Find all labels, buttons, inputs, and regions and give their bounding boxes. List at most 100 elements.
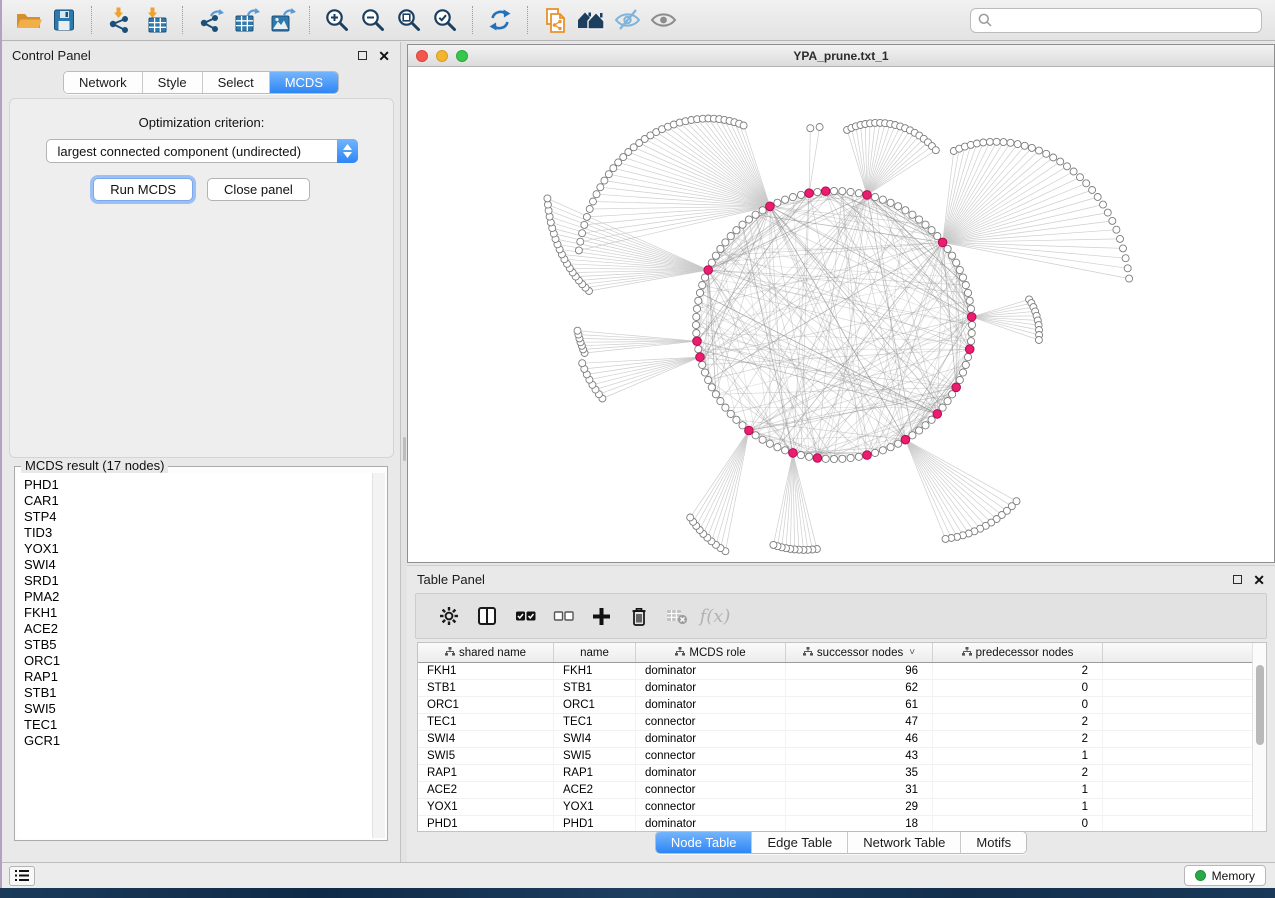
cell-shared-name[interactable]: SWI5	[418, 748, 554, 764]
tab-select[interactable]: Select	[202, 72, 269, 93]
zoom-in-button[interactable]	[319, 3, 355, 37]
table-row[interactable]: STB1STB1dominator620	[418, 680, 1252, 697]
search-input[interactable]	[997, 13, 1254, 27]
zoom-selected-button[interactable]	[427, 3, 463, 37]
cell-shared-name[interactable]: PHD1	[418, 816, 554, 831]
export-image-button[interactable]	[264, 3, 300, 37]
criterion-dropdown[interactable]: largest connected component (undirected)	[46, 139, 358, 163]
import-table-button[interactable]	[137, 3, 173, 37]
first-neighbors-button[interactable]	[573, 3, 609, 37]
cell-predecessor-nodes[interactable]: 2	[933, 663, 1103, 679]
show-column-button[interactable]	[468, 599, 506, 633]
mcds-result-item[interactable]: PMA2	[24, 589, 365, 605]
network-view-titlebar[interactable]: YPA_prune.txt_1	[408, 45, 1274, 67]
cell-name[interactable]: RAP1	[554, 765, 636, 781]
select-all-button[interactable]	[506, 599, 544, 633]
export-network-button[interactable]	[192, 3, 228, 37]
mcds-list-scrollbar[interactable]	[372, 473, 385, 838]
cell-predecessor-nodes[interactable]: 0	[933, 816, 1103, 831]
run-mcds-button[interactable]: Run MCDS	[93, 178, 193, 201]
cell-name[interactable]: TEC1	[554, 714, 636, 730]
cell-successor-nodes[interactable]: 43	[786, 748, 933, 764]
cell-predecessor-nodes[interactable]: 2	[933, 714, 1103, 730]
hide-selected-button[interactable]	[609, 3, 645, 37]
cell-MCDS-role[interactable]: connector	[636, 799, 786, 815]
mcds-result-item[interactable]: SWI4	[24, 557, 365, 573]
vertical-splitter-handle[interactable]	[403, 437, 406, 461]
cell-successor-nodes[interactable]: 31	[786, 782, 933, 798]
tab-node-table[interactable]: Node Table	[656, 832, 752, 853]
mcds-result-item[interactable]: ACE2	[24, 621, 365, 637]
export-table-button[interactable]	[228, 3, 264, 37]
cell-predecessor-nodes[interactable]: 1	[933, 748, 1103, 764]
cell-name[interactable]: STB1	[554, 680, 636, 696]
cell-MCDS-role[interactable]: dominator	[636, 663, 786, 679]
table-row[interactable]: ORC1ORC1dominator610	[418, 697, 1252, 714]
column-header-predecessor-nodes[interactable]: predecessor nodes	[933, 643, 1103, 662]
cell-name[interactable]: SWI5	[554, 748, 636, 764]
cell-name[interactable]: ACE2	[554, 782, 636, 798]
import-network-button[interactable]	[101, 3, 137, 37]
cell-name[interactable]: FKH1	[554, 663, 636, 679]
add-column-button[interactable]	[582, 599, 620, 633]
task-history-button[interactable]	[9, 866, 35, 886]
cell-predecessor-nodes[interactable]: 1	[933, 799, 1103, 815]
refresh-button[interactable]	[482, 3, 518, 37]
tab-edge-table[interactable]: Edge Table	[751, 832, 847, 853]
mcds-result-item[interactable]: YOX1	[24, 541, 365, 557]
network-canvas[interactable]	[408, 67, 1274, 562]
cell-predecessor-nodes[interactable]: 0	[933, 680, 1103, 696]
mcds-result-item[interactable]: ORC1	[24, 653, 365, 669]
mcds-result-item[interactable]: FKH1	[24, 605, 365, 621]
close-panel-icon[interactable]: ✕	[378, 51, 390, 61]
mcds-result-item[interactable]: STB5	[24, 637, 365, 653]
show-all-button[interactable]	[645, 3, 681, 37]
mcds-result-item[interactable]: STP4	[24, 509, 365, 525]
tab-style[interactable]: Style	[142, 72, 202, 93]
memory-button[interactable]: Memory	[1184, 865, 1266, 886]
tab-network-table[interactable]: Network Table	[847, 832, 960, 853]
deselect-all-button[interactable]	[544, 599, 582, 633]
close-panel-button[interactable]: Close panel	[207, 178, 310, 201]
cell-successor-nodes[interactable]: 61	[786, 697, 933, 713]
delete-table-button[interactable]	[658, 599, 696, 633]
cell-name[interactable]: SWI4	[554, 731, 636, 747]
cell-predecessor-nodes[interactable]: 2	[933, 765, 1103, 781]
cell-successor-nodes[interactable]: 96	[786, 663, 933, 679]
cell-shared-name[interactable]: STB1	[418, 680, 554, 696]
cell-successor-nodes[interactable]: 18	[786, 816, 933, 831]
close-window-light[interactable]	[416, 50, 428, 62]
save-session-button[interactable]	[46, 3, 82, 37]
tab-motifs[interactable]: Motifs	[960, 832, 1026, 853]
mcds-result-item[interactable]: SWI5	[24, 701, 365, 717]
open-file-button[interactable]	[10, 3, 46, 37]
cell-shared-name[interactable]: TEC1	[418, 714, 554, 730]
table-row[interactable]: SWI5SWI5connector431	[418, 748, 1252, 765]
table-row[interactable]: SWI4SWI4dominator462	[418, 731, 1252, 748]
column-header-successor-nodes[interactable]: successor nodes˅	[786, 643, 933, 662]
cell-name[interactable]: ORC1	[554, 697, 636, 713]
mcds-result-item[interactable]: RAP1	[24, 669, 365, 685]
cell-shared-name[interactable]: YOX1	[418, 799, 554, 815]
cell-shared-name[interactable]: RAP1	[418, 765, 554, 781]
table-row[interactable]: RAP1RAP1dominator352	[418, 765, 1252, 782]
float-panel-icon[interactable]	[358, 51, 367, 60]
cell-name[interactable]: YOX1	[554, 799, 636, 815]
cell-shared-name[interactable]: ORC1	[418, 697, 554, 713]
mcds-result-item[interactable]: GCR1	[24, 733, 365, 749]
cell-predecessor-nodes[interactable]: 1	[933, 782, 1103, 798]
cell-MCDS-role[interactable]: dominator	[636, 765, 786, 781]
column-header-name[interactable]: name	[554, 643, 636, 662]
cell-MCDS-role[interactable]: connector	[636, 714, 786, 730]
table-row[interactable]: ACE2ACE2connector311	[418, 782, 1252, 799]
close-panel-icon[interactable]: ✕	[1253, 575, 1265, 585]
table-row[interactable]: FKH1FKH1dominator962	[418, 663, 1252, 680]
cell-successor-nodes[interactable]: 35	[786, 765, 933, 781]
cell-name[interactable]: PHD1	[554, 816, 636, 831]
zoom-fit-button[interactable]	[391, 3, 427, 37]
table-scrollbar[interactable]	[1252, 643, 1266, 831]
minimize-window-light[interactable]	[436, 50, 448, 62]
cell-shared-name[interactable]: SWI4	[418, 731, 554, 747]
column-header-MCDS-role[interactable]: MCDS role	[636, 643, 786, 662]
cell-MCDS-role[interactable]: dominator	[636, 697, 786, 713]
